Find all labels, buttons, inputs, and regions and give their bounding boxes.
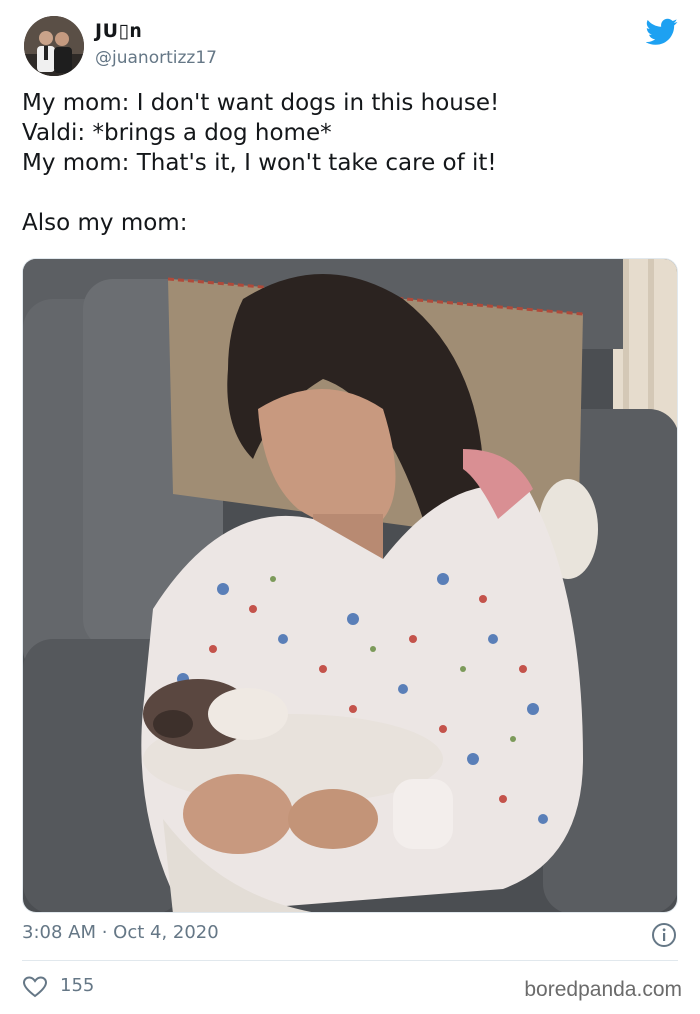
- tweet-text: My mom: I don't want dogs in this house!…: [22, 88, 672, 238]
- divider: [22, 960, 678, 961]
- tweet-timestamp[interactable]: 3:08 AM · Oct 4, 2020: [22, 922, 219, 943]
- tweet-line: Valdi: *brings a dog home*: [22, 120, 332, 146]
- twitter-bird-icon[interactable]: [645, 18, 678, 46]
- tweet-photo[interactable]: [22, 258, 678, 913]
- heart-icon[interactable]: [22, 975, 48, 999]
- info-icon[interactable]: [651, 922, 677, 948]
- tweet-card: JU▯ո @juanortizz17 My mom: I don't want …: [0, 0, 700, 1014]
- watermark: boredpanda.com: [524, 978, 682, 1001]
- tweet-line: Also my mom:: [22, 210, 188, 236]
- like-count: 155: [60, 975, 95, 996]
- tweet-line: My mom: That's it, I won't take care of …: [22, 150, 497, 176]
- avatar[interactable]: [24, 16, 84, 76]
- author-handle[interactable]: @juanortizz17: [95, 48, 217, 68]
- tweet-line: My mom: I don't want dogs in this house!: [22, 90, 500, 116]
- author-display-name[interactable]: JU▯ո: [95, 20, 142, 42]
